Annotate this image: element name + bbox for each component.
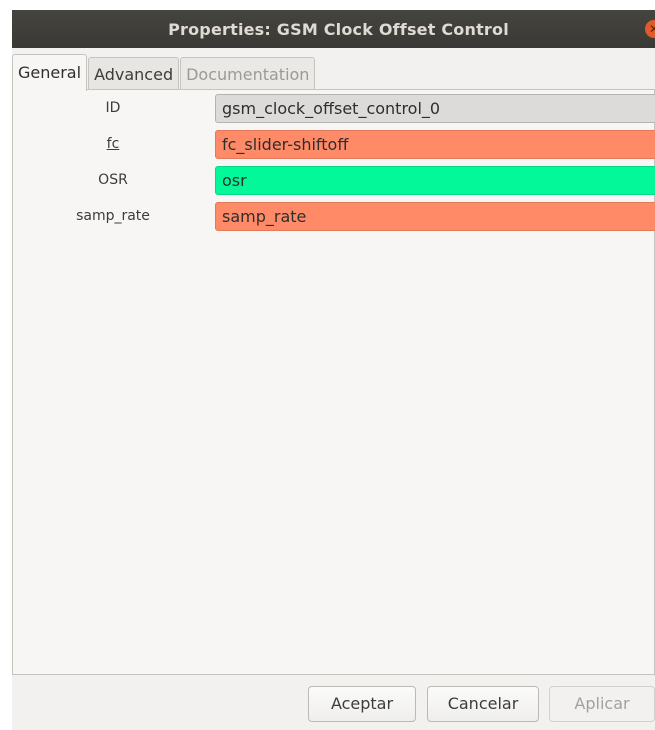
dialog-button-bar: Aceptar Cancelar Aplicar [12,676,655,730]
tab-documentation: Documentation [180,57,316,91]
close-icon[interactable]: ✕ [645,20,655,38]
param-row-id: ID gsm_clock_offset_control_0 [13,92,655,124]
param-row-samp-rate: samp_rate samp_rate [13,200,655,232]
param-label-fc: fc [106,136,120,152]
tab-advanced[interactable]: Advanced [88,57,180,91]
param-row-fc: fc fc_slider-shiftoff [13,128,655,160]
accept-button[interactable]: Aceptar [308,686,416,722]
cancel-button[interactable]: Cancelar [427,686,539,722]
param-label-osr: OSR [98,172,128,188]
tab-general[interactable]: General [12,54,88,91]
tab-bar: General Advanced Documentation [12,53,316,91]
general-panel: ID gsm_clock_offset_control_0 fc fc_slid… [12,89,655,675]
param-field-osr[interactable]: osr [215,166,655,195]
param-row-osr: OSR osr [13,164,655,196]
properties-dialog: Properties: GSM Clock Offset Control ✕ G… [12,10,655,730]
title-bar[interactable]: Properties: GSM Clock Offset Control ✕ [12,10,655,48]
apply-button: Aplicar [549,686,655,722]
param-label-id: ID [105,100,121,116]
window-title: Properties: GSM Clock Offset Control [168,19,509,39]
param-field-id[interactable]: gsm_clock_offset_control_0 [215,94,655,123]
param-field-samp-rate[interactable]: samp_rate [215,202,655,231]
param-label-samp-rate: samp_rate [76,208,150,224]
param-field-fc[interactable]: fc_slider-shiftoff [215,130,655,159]
